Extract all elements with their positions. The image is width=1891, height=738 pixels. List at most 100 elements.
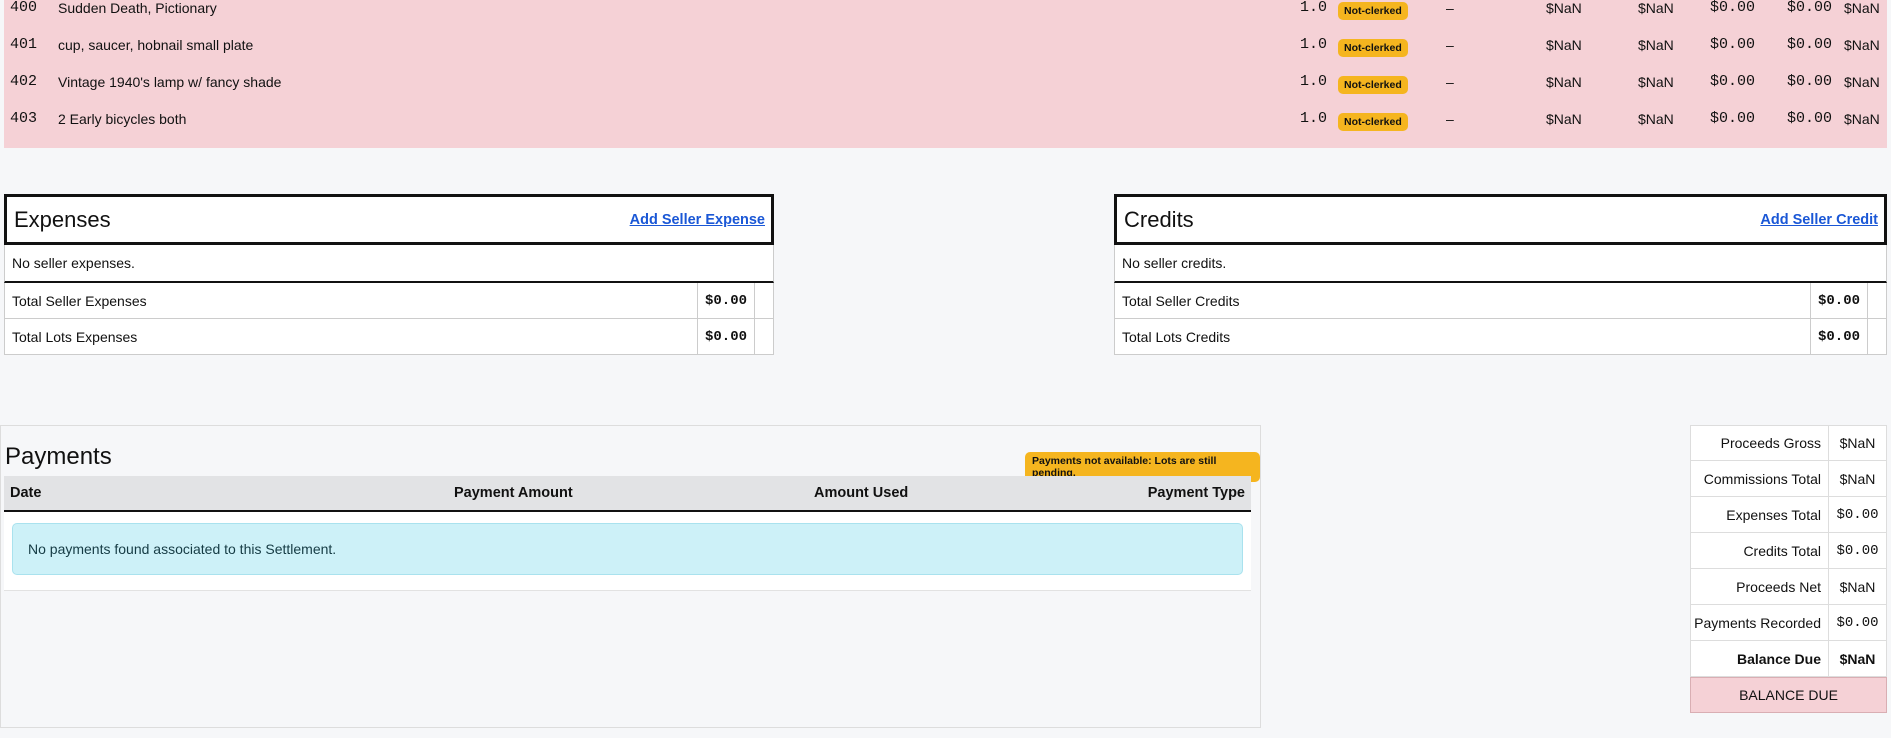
total-seller-credits-value: $0.00 xyxy=(1810,283,1867,318)
lot-value: $NaN xyxy=(1546,0,1582,16)
credits-total-row: Total Lots Credits $0.00 xyxy=(1114,319,1887,355)
column-payment-type[interactable]: Payment Type xyxy=(1148,485,1245,501)
credits-title: Credits xyxy=(1124,206,1194,232)
credits-total-label: Credits Total xyxy=(1743,542,1821,559)
lot-number: 403 xyxy=(10,110,38,127)
lot-dash: – xyxy=(1446,74,1454,90)
lot-value: $NaN xyxy=(1638,111,1674,127)
payments-recorded-value: $0.00 xyxy=(1828,605,1886,640)
lot-number: 402 xyxy=(10,73,38,90)
expenses-total-label: Expenses Total xyxy=(1726,506,1821,523)
summary-row: Proceeds Gross $NaN xyxy=(1690,425,1887,461)
total-seller-expenses-value: $0.00 xyxy=(697,283,754,318)
summary-row: Expenses Total $0.00 xyxy=(1690,497,1887,533)
expenses-total-row: Total Seller Expenses $0.00 xyxy=(4,283,774,319)
lot-value: $0.00 xyxy=(1787,110,1833,127)
blank-cell xyxy=(1867,283,1886,318)
credits-header: Credits Add Seller Credit xyxy=(1114,194,1887,245)
lot-value: $0.00 xyxy=(1710,110,1756,127)
column-date[interactable]: Date xyxy=(10,485,41,501)
balance-due-value: $NaN xyxy=(1828,641,1886,676)
lot-value: $0.00 xyxy=(1787,0,1833,16)
status-badge: Not-clerked xyxy=(1338,39,1408,57)
lot-value: $NaN xyxy=(1844,0,1880,16)
total-seller-expenses-label: Total Seller Expenses xyxy=(12,292,147,309)
lot-row[interactable]: 401 cup, saucer, hobnail small plate 1.0… xyxy=(4,37,1887,74)
lot-row[interactable]: 400 Sudden Death, Pictionary 1.0 Not-cle… xyxy=(4,0,1887,37)
expenses-title: Expenses xyxy=(14,206,111,232)
summary-row: Payments Recorded $0.00 xyxy=(1690,605,1887,641)
lot-value: $0.00 xyxy=(1710,36,1756,53)
no-payments-alert: No payments found associated to this Set… xyxy=(12,523,1243,575)
lot-value: $NaN xyxy=(1546,74,1582,90)
lot-row[interactable]: 402 Vintage 1940's lamp w/ fancy shade 1… xyxy=(4,74,1887,111)
lot-quantity: 1.0 xyxy=(1300,0,1328,16)
credits-total-row: Total Seller Credits $0.00 xyxy=(1114,283,1887,319)
proceeds-net-label: Proceeds Net xyxy=(1736,578,1821,595)
credits-empty-message: No seller credits. xyxy=(1114,245,1887,283)
payments-title: Payments xyxy=(5,443,112,470)
lot-row[interactable]: 403 2 Early bicycles both 1.0 Not-clerke… xyxy=(4,111,1887,148)
lot-quantity: 1.0 xyxy=(1300,36,1328,53)
lot-value: $0.00 xyxy=(1710,0,1756,16)
lot-value: $NaN xyxy=(1844,37,1880,53)
column-amount-used[interactable]: Amount Used xyxy=(814,485,908,501)
lot-value: $NaN xyxy=(1546,37,1582,53)
lot-value: $NaN xyxy=(1638,74,1674,90)
commissions-total-label: Commissions Total xyxy=(1703,470,1821,487)
lot-description: Vintage 1940's lamp w/ fancy shade xyxy=(58,74,282,90)
column-payment-amount[interactable]: Payment Amount xyxy=(454,485,573,501)
status-badge: Not-clerked xyxy=(1338,76,1408,94)
lot-value: $NaN xyxy=(1638,37,1674,53)
proceeds-gross-label: Proceeds Gross xyxy=(1720,435,1821,451)
lot-value: $0.00 xyxy=(1710,73,1756,90)
expenses-total-row: Total Lots Expenses $0.00 xyxy=(4,319,774,355)
proceeds-gross-value: $NaN xyxy=(1828,426,1886,460)
status-badge: Not-clerked xyxy=(1338,2,1408,20)
blank-cell xyxy=(754,283,773,318)
balance-due-label: Balance Due xyxy=(1736,650,1821,667)
add-seller-expense-link[interactable]: Add Seller Expense xyxy=(630,212,765,228)
total-seller-credits-label: Total Seller Credits xyxy=(1122,292,1240,309)
payments-table-header: Date Payment Amount Amount Used Payment … xyxy=(4,476,1251,512)
lot-description: 2 Early bicycles both xyxy=(58,111,187,127)
summary-row: Credits Total $0.00 xyxy=(1690,533,1887,569)
lot-value: $NaN xyxy=(1546,111,1582,127)
proceeds-net-value: $NaN xyxy=(1828,569,1886,604)
lot-value: $NaN xyxy=(1844,74,1880,90)
commissions-total-value: $NaN xyxy=(1828,461,1886,496)
total-lots-credits-label: Total Lots Credits xyxy=(1122,328,1231,345)
blank-cell xyxy=(754,319,773,354)
lot-value: $0.00 xyxy=(1787,36,1833,53)
total-lots-expenses-label: Total Lots Expenses xyxy=(12,328,138,345)
add-seller-credit-link[interactable]: Add Seller Credit xyxy=(1760,212,1878,228)
credits-total-value: $0.00 xyxy=(1828,533,1886,568)
lot-description: cup, saucer, hobnail small plate xyxy=(58,37,254,53)
lot-value: $NaN xyxy=(1844,111,1880,127)
lot-number: 400 xyxy=(10,0,38,16)
summary-row: Proceeds Net $NaN xyxy=(1690,569,1887,605)
payments-table: Date Payment Amount Amount Used Payment … xyxy=(4,476,1251,591)
balance-due-status: BALANCE DUE xyxy=(1690,677,1887,713)
blank-cell xyxy=(1867,319,1886,354)
status-badge: Not-clerked xyxy=(1338,113,1408,131)
lot-dash: – xyxy=(1446,0,1454,16)
summary-row: Commissions Total $NaN xyxy=(1690,461,1887,497)
expenses-panel: Expenses Add Seller Expense No seller ex… xyxy=(4,194,774,355)
total-lots-expenses-value: $0.00 xyxy=(697,319,754,354)
expenses-empty-message: No seller expenses. xyxy=(4,245,774,283)
expenses-header: Expenses Add Seller Expense xyxy=(4,194,774,245)
summary-row: Balance Due $NaN xyxy=(1690,641,1887,677)
lot-number: 401 xyxy=(10,36,38,53)
payments-section: Payments Payments not available: Lots ar… xyxy=(0,425,1261,728)
lot-value: $0.00 xyxy=(1787,73,1833,90)
expenses-total-value: $0.00 xyxy=(1828,497,1886,532)
lot-dash: – xyxy=(1446,111,1454,127)
total-lots-credits-value: $0.00 xyxy=(1810,319,1867,354)
lot-value: $NaN xyxy=(1638,0,1674,16)
lot-quantity: 1.0 xyxy=(1300,110,1328,127)
credits-panel: Credits Add Seller Credit No seller cred… xyxy=(1114,194,1887,355)
lots-table: 400 Sudden Death, Pictionary 1.0 Not-cle… xyxy=(4,0,1887,148)
lot-description: Sudden Death, Pictionary xyxy=(58,0,217,16)
lot-dash: – xyxy=(1446,37,1454,53)
